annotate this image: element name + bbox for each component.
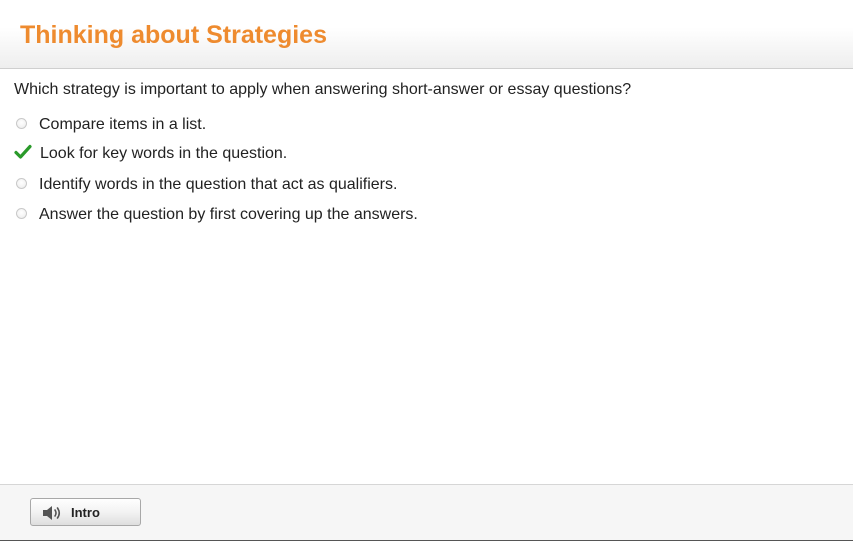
radio-icon[interactable] [16,178,27,189]
checkmark-icon [14,144,32,159]
answer-option-label: Compare items in a list. [39,116,207,133]
answer-option-label: Answer the question by first covering up… [39,206,418,223]
page-title: Thinking about Strategies [20,21,327,49]
footer-bar: Intro [0,484,853,541]
answer-option-label: Identify words in the question that act … [39,176,398,193]
answer-option-2[interactable]: Look for key words in the question. [0,140,600,166]
answer-option-4[interactable]: Answer the question by first covering up… [0,201,600,227]
answer-option-label: Look for key words in the question. [40,145,288,162]
intro-button-label: Intro [71,505,100,520]
answer-option-3[interactable]: Identify words in the question that act … [0,171,600,197]
header-bar: Thinking about Strategies [0,0,853,69]
radio-icon[interactable] [16,208,27,219]
radio-icon[interactable] [16,118,27,129]
question-text: Which strategy is important to apply whe… [14,81,632,98]
intro-button[interactable]: Intro [30,498,141,526]
answer-option-1[interactable]: Compare items in a list. [0,111,600,137]
speaker-icon [43,506,61,520]
